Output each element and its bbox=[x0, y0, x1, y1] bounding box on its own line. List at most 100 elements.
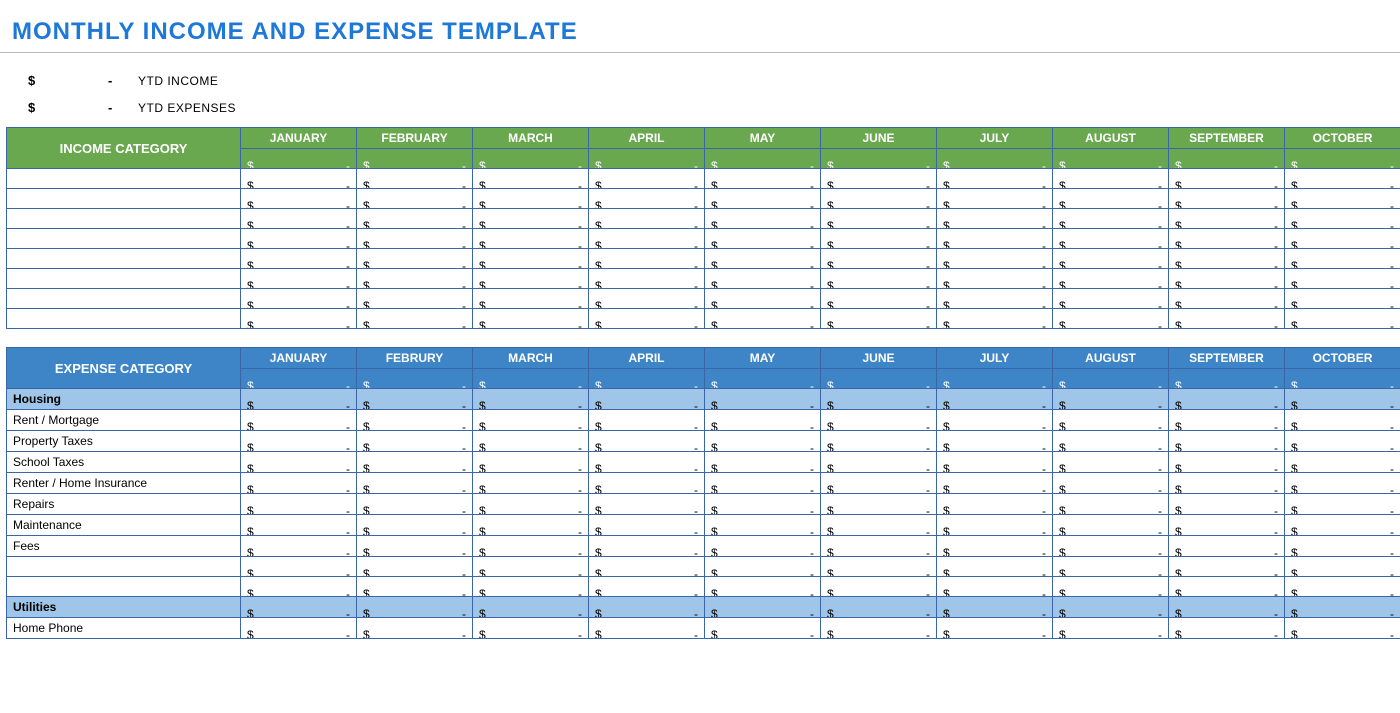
expense-cell[interactable]: $- bbox=[1053, 618, 1169, 639]
income-cell[interactable]: $- bbox=[589, 229, 705, 249]
month-total-cell[interactable]: $- bbox=[241, 369, 357, 389]
income-cell[interactable]: $- bbox=[473, 309, 589, 329]
income-cell[interactable]: $- bbox=[473, 169, 589, 189]
income-cell[interactable]: $- bbox=[1285, 289, 1400, 309]
expense-cell[interactable]: $- bbox=[821, 536, 937, 557]
expense-cell[interactable]: $- bbox=[821, 452, 937, 473]
income-cell[interactable]: $- bbox=[821, 189, 937, 209]
income-cell[interactable]: $- bbox=[705, 289, 821, 309]
expense-group-total-cell[interactable]: $- bbox=[1285, 389, 1400, 410]
expense-row-label[interactable]: Property Taxes bbox=[7, 431, 241, 452]
expense-cell[interactable]: $- bbox=[1285, 410, 1400, 431]
expense-cell[interactable]: $- bbox=[821, 410, 937, 431]
income-cell[interactable]: $- bbox=[1053, 249, 1169, 269]
expense-group-total-cell[interactable]: $- bbox=[705, 597, 821, 618]
expense-cell[interactable]: $- bbox=[357, 557, 473, 577]
income-cell[interactable]: $- bbox=[589, 289, 705, 309]
expense-cell[interactable]: $- bbox=[1285, 577, 1400, 597]
expense-cell[interactable]: $- bbox=[705, 410, 821, 431]
income-cell[interactable]: $- bbox=[1285, 189, 1400, 209]
expense-cell[interactable]: $- bbox=[937, 515, 1053, 536]
expense-cell[interactable]: $- bbox=[1169, 618, 1285, 639]
month-total-cell[interactable]: $- bbox=[821, 369, 937, 389]
income-cell[interactable]: $- bbox=[357, 209, 473, 229]
expense-cell[interactable]: $- bbox=[821, 431, 937, 452]
income-cell[interactable]: $- bbox=[589, 269, 705, 289]
expense-row-label[interactable] bbox=[7, 577, 241, 597]
expense-cell[interactable]: $- bbox=[357, 577, 473, 597]
income-cell[interactable]: $- bbox=[1053, 269, 1169, 289]
expense-cell[interactable]: $- bbox=[241, 473, 357, 494]
expense-cell[interactable]: $- bbox=[821, 577, 937, 597]
expense-row-label[interactable]: Rent / Mortgage bbox=[7, 410, 241, 431]
expense-cell[interactable]: $- bbox=[241, 494, 357, 515]
expense-cell[interactable]: $- bbox=[1053, 431, 1169, 452]
income-cell[interactable]: $- bbox=[937, 249, 1053, 269]
month-total-cell[interactable]: $- bbox=[1053, 149, 1169, 169]
income-cell[interactable]: $- bbox=[1285, 249, 1400, 269]
income-cell[interactable]: $- bbox=[821, 229, 937, 249]
expense-cell[interactable]: $- bbox=[1053, 452, 1169, 473]
expense-group-total-cell[interactable]: $- bbox=[357, 389, 473, 410]
income-cell[interactable]: $- bbox=[241, 189, 357, 209]
expense-cell[interactable]: $- bbox=[241, 557, 357, 577]
expense-row-label[interactable] bbox=[7, 557, 241, 577]
month-total-cell[interactable]: $- bbox=[473, 149, 589, 169]
expense-cell[interactable]: $- bbox=[357, 618, 473, 639]
income-cell[interactable]: $- bbox=[357, 309, 473, 329]
income-cell[interactable]: $- bbox=[1285, 169, 1400, 189]
expense-group-total-cell[interactable]: $- bbox=[821, 389, 937, 410]
expense-cell[interactable]: $- bbox=[241, 452, 357, 473]
expense-cell[interactable]: $- bbox=[589, 473, 705, 494]
income-cell[interactable]: $- bbox=[821, 249, 937, 269]
expense-cell[interactable]: $- bbox=[1169, 431, 1285, 452]
income-cell[interactable]: $- bbox=[473, 289, 589, 309]
expense-cell[interactable]: $- bbox=[1169, 557, 1285, 577]
expense-cell[interactable]: $- bbox=[473, 410, 589, 431]
expense-cell[interactable]: $- bbox=[1169, 410, 1285, 431]
expense-cell[interactable]: $- bbox=[937, 410, 1053, 431]
expense-cell[interactable]: $- bbox=[357, 494, 473, 515]
income-row-label[interactable] bbox=[7, 309, 241, 329]
expense-cell[interactable]: $- bbox=[705, 557, 821, 577]
expense-cell[interactable]: $- bbox=[705, 536, 821, 557]
expense-group-total-cell[interactable]: $- bbox=[937, 389, 1053, 410]
expense-group-total-cell[interactable]: $- bbox=[1169, 389, 1285, 410]
income-cell[interactable]: $- bbox=[937, 169, 1053, 189]
income-cell[interactable]: $- bbox=[589, 189, 705, 209]
expense-cell[interactable]: $- bbox=[473, 473, 589, 494]
income-cell[interactable]: $- bbox=[705, 309, 821, 329]
expense-cell[interactable]: $- bbox=[1285, 618, 1400, 639]
income-cell[interactable]: $- bbox=[357, 269, 473, 289]
expense-cell[interactable]: $- bbox=[589, 618, 705, 639]
expense-cell[interactable]: $- bbox=[937, 431, 1053, 452]
income-cell[interactable]: $- bbox=[1169, 309, 1285, 329]
expense-row-label[interactable]: Renter / Home Insurance bbox=[7, 473, 241, 494]
expense-cell[interactable]: $- bbox=[705, 618, 821, 639]
income-row-label[interactable] bbox=[7, 189, 241, 209]
expense-cell[interactable]: $- bbox=[1053, 557, 1169, 577]
income-cell[interactable]: $- bbox=[241, 249, 357, 269]
expense-cell[interactable]: $- bbox=[1169, 536, 1285, 557]
month-total-cell[interactable]: $- bbox=[1053, 369, 1169, 389]
income-cell[interactable]: $- bbox=[937, 189, 1053, 209]
expense-cell[interactable]: $- bbox=[473, 577, 589, 597]
expense-cell[interactable]: $- bbox=[357, 410, 473, 431]
expense-cell[interactable]: $- bbox=[241, 618, 357, 639]
expense-cell[interactable]: $- bbox=[357, 515, 473, 536]
income-cell[interactable]: $- bbox=[357, 229, 473, 249]
expense-group-total-cell[interactable]: $- bbox=[357, 597, 473, 618]
income-cell[interactable]: $- bbox=[1169, 169, 1285, 189]
month-total-cell[interactable]: $- bbox=[705, 369, 821, 389]
expense-cell[interactable]: $- bbox=[1285, 494, 1400, 515]
income-row-label[interactable] bbox=[7, 249, 241, 269]
income-cell[interactable]: $- bbox=[1285, 209, 1400, 229]
expense-cell[interactable]: $- bbox=[1053, 494, 1169, 515]
expense-cell[interactable]: $- bbox=[821, 473, 937, 494]
expense-cell[interactable]: $- bbox=[821, 494, 937, 515]
income-cell[interactable]: $- bbox=[937, 289, 1053, 309]
month-total-cell[interactable]: $- bbox=[821, 149, 937, 169]
income-cell[interactable]: $- bbox=[1053, 169, 1169, 189]
income-cell[interactable]: $- bbox=[705, 169, 821, 189]
expense-cell[interactable]: $- bbox=[1169, 452, 1285, 473]
